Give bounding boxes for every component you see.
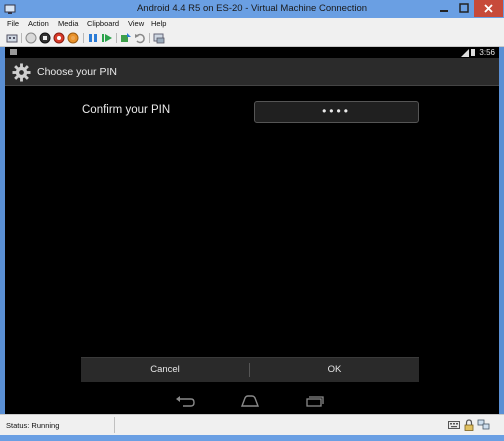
turn-off-icon[interactable]	[39, 32, 51, 44]
home-icon[interactable]	[240, 395, 260, 407]
menu-clipboard[interactable]: Clipboard	[87, 19, 119, 28]
menu-view[interactable]: View	[128, 19, 144, 28]
menu-file[interactable]: File	[7, 19, 19, 28]
menu-media[interactable]: Media	[58, 19, 78, 28]
recents-icon[interactable]	[305, 395, 325, 407]
ok-button[interactable]: OK	[250, 358, 419, 382]
toolbar	[0, 30, 504, 47]
window-title: Android 4.4 R5 on ES-20 - Virtual Machin…	[136, 3, 368, 14]
save-icon[interactable]	[67, 32, 79, 44]
ctrl-alt-del-icon[interactable]	[6, 32, 18, 44]
android-status-bar: 3:56	[5, 47, 499, 58]
vm-connection-window: Android 4.4 R5 on ES-20 - Virtual Machin…	[0, 0, 504, 441]
menu-bar: File Action Media Clipboard View Help	[0, 18, 504, 30]
battery-icon	[471, 49, 475, 56]
action-bar-title: Choose your PIN	[37, 66, 117, 78]
confirm-pin-label: Confirm your PIN	[82, 104, 171, 116]
start-icon[interactable]	[25, 32, 37, 44]
pause-icon[interactable]	[87, 32, 99, 44]
minimize-icon	[440, 10, 448, 12]
maximize-button[interactable]	[454, 0, 474, 17]
keyboard-icon	[448, 421, 460, 429]
minimize-button[interactable]	[434, 0, 454, 17]
back-icon[interactable]	[175, 395, 195, 407]
toolbar-separator	[83, 33, 84, 43]
cancel-button[interactable]: Cancel	[81, 358, 249, 382]
reset-icon[interactable]	[101, 32, 113, 44]
button-bar: Cancel OK	[81, 357, 419, 382]
toolbar-separator	[149, 33, 150, 43]
snapshot-icon[interactable]	[120, 32, 132, 44]
vm-status-bar: Status: Running	[0, 414, 504, 436]
revert-icon[interactable]	[134, 32, 146, 44]
window-bottom-border	[0, 435, 504, 441]
menu-action[interactable]: Action	[28, 19, 49, 28]
shutdown-icon[interactable]	[53, 32, 65, 44]
signal-icon	[461, 49, 469, 57]
toolbar-separator	[116, 33, 117, 43]
network-icon	[477, 419, 490, 430]
enhanced-session-icon[interactable]	[153, 32, 165, 44]
vm-status-text: Status: Running	[6, 421, 60, 430]
status-separator	[114, 417, 115, 433]
pin-input[interactable]: ••••	[254, 101, 419, 123]
settings-gear-icon[interactable]	[12, 63, 31, 82]
status-time: 3:56	[479, 48, 495, 57]
menu-help[interactable]: Help	[151, 19, 166, 28]
android-screen[interactable]: 3:56 Choose your PIN Confirm your PIN ••…	[5, 47, 499, 414]
android-action-bar: Choose your PIN	[5, 58, 499, 86]
title-bar[interactable]: Android 4.4 R5 on ES-20 - Virtual Machin…	[0, 0, 504, 18]
android-nav-bar	[5, 383, 499, 414]
maximize-icon	[459, 3, 469, 13]
toolbar-separator	[21, 33, 22, 43]
lock-icon	[464, 419, 474, 431]
close-icon	[484, 4, 493, 13]
notification-icon	[10, 49, 17, 55]
close-button[interactable]	[474, 0, 503, 17]
